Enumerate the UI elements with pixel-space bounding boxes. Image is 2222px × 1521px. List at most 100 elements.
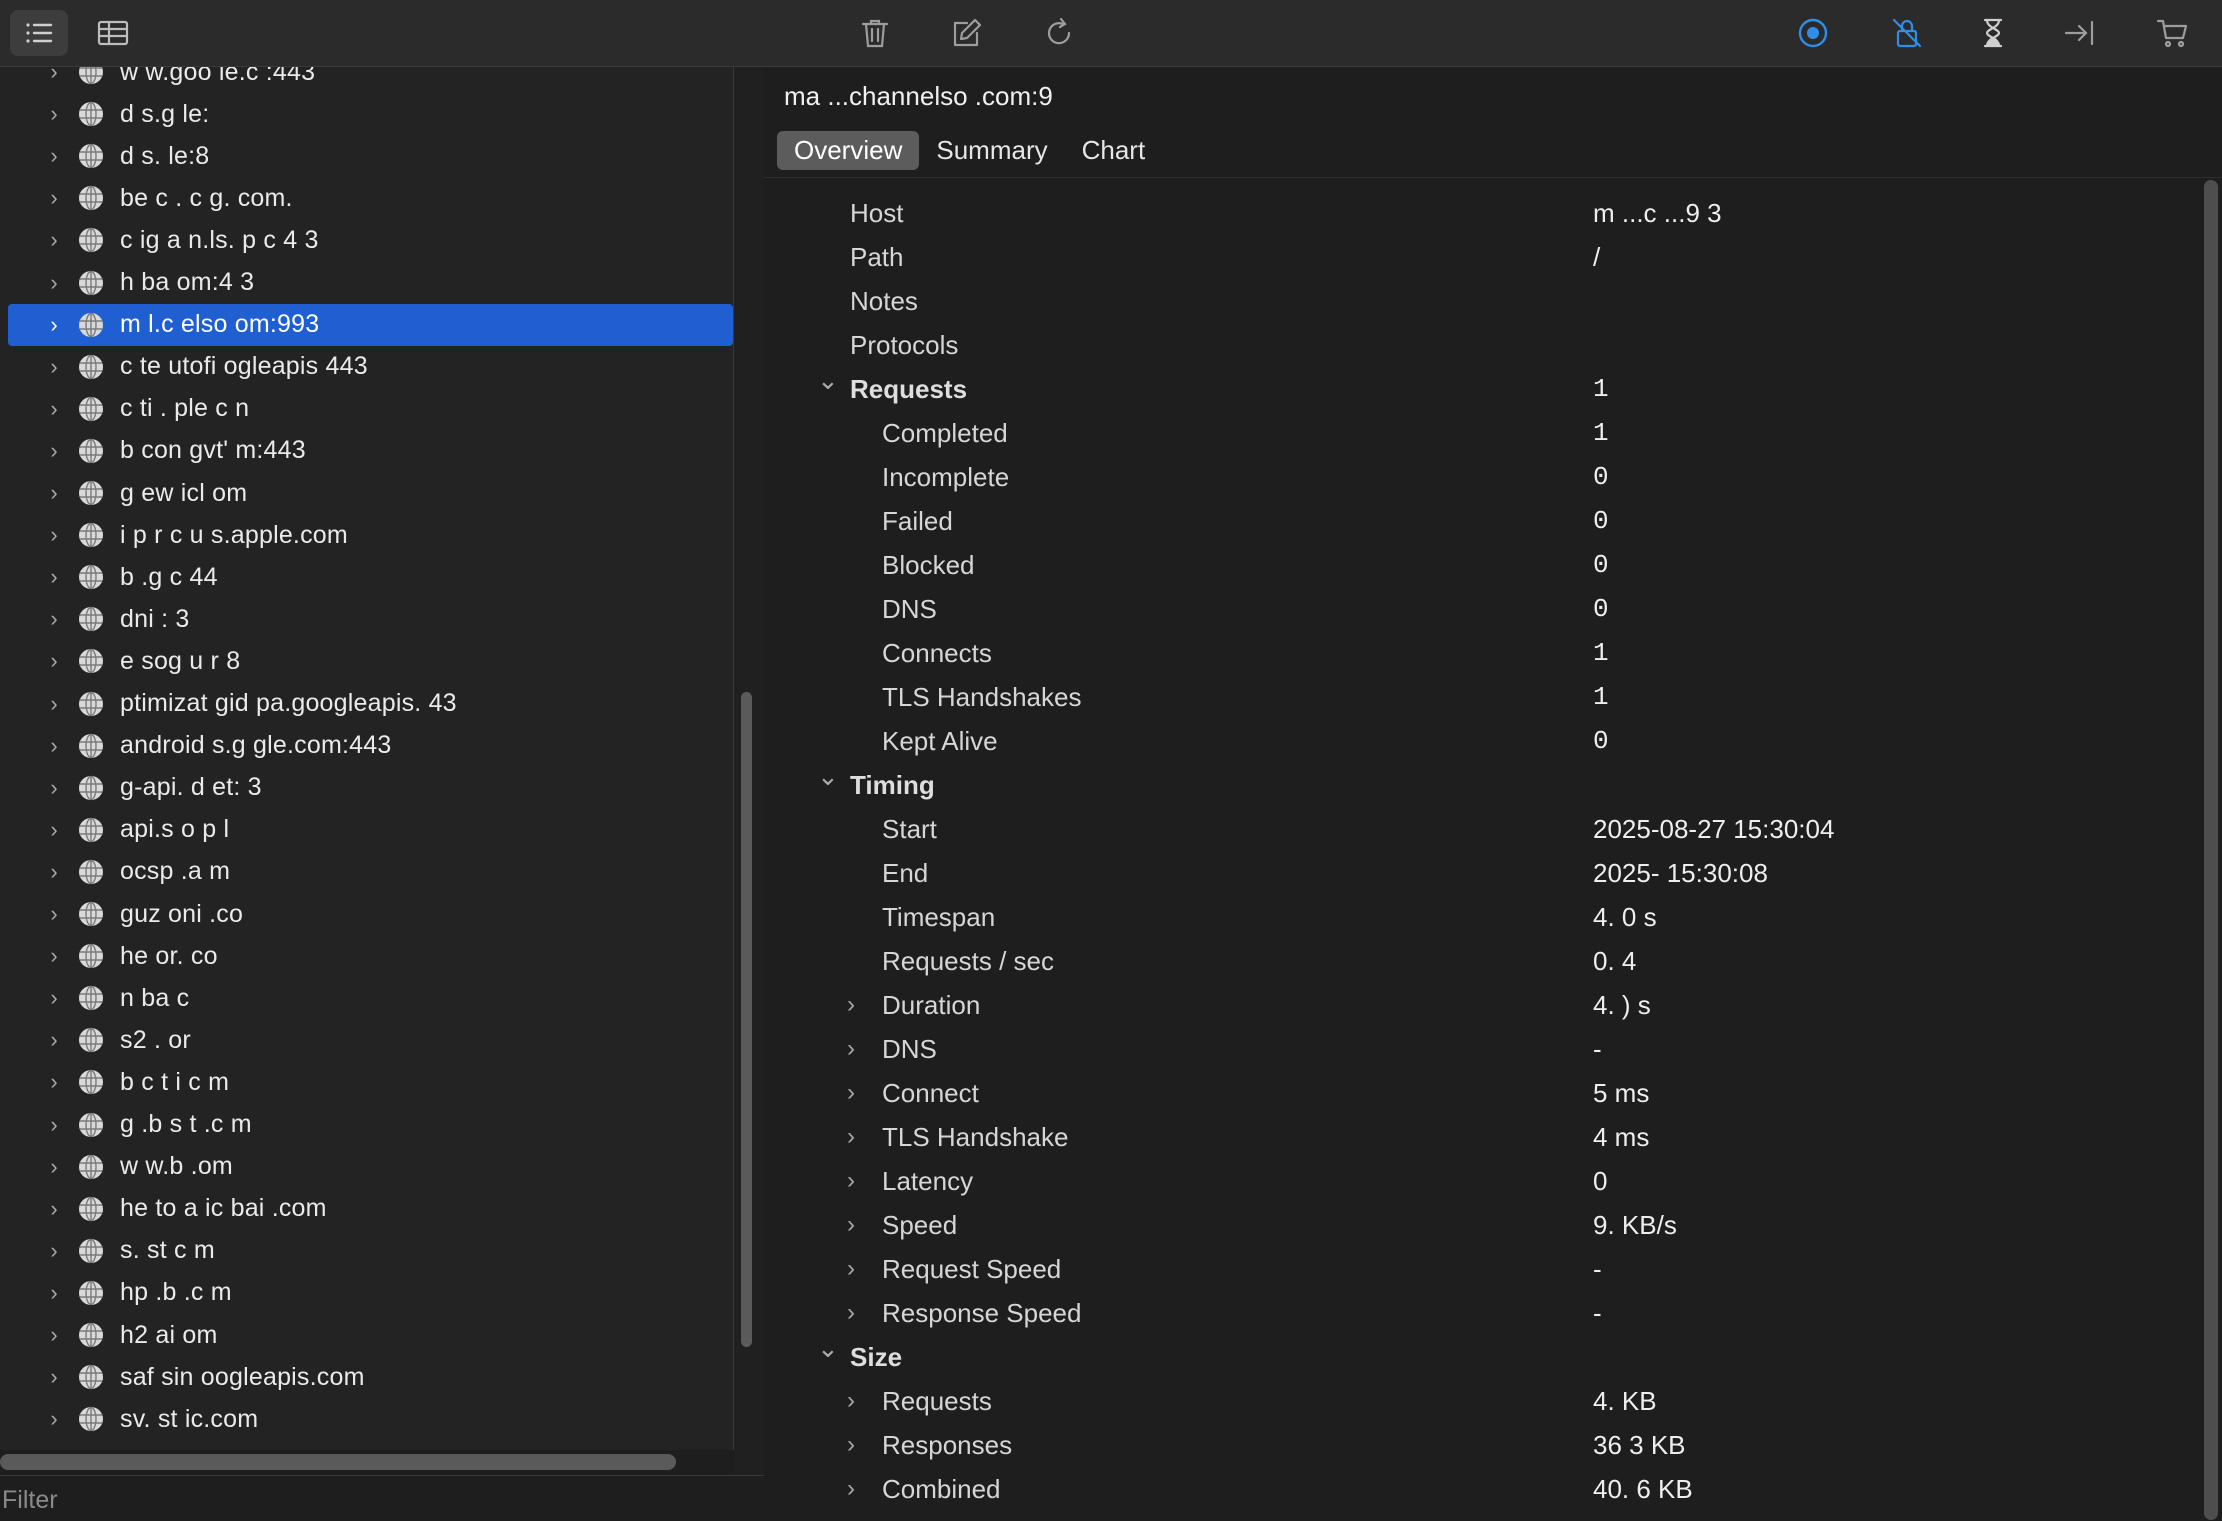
chevron-right-icon[interactable]: › (847, 1299, 855, 1327)
overview-row[interactable]: › Speed 9. KB/s (764, 1203, 2184, 1247)
filter-input[interactable] (0, 1482, 704, 1518)
host-row[interactable]: › g ew icl om (0, 472, 733, 514)
chevron-right-icon[interactable]: › (44, 1406, 64, 1432)
record-button[interactable] (1784, 10, 1842, 56)
host-row[interactable]: › ocsp .a m (0, 851, 733, 893)
chevron-right-icon[interactable]: › (847, 1211, 855, 1239)
chevron-right-icon[interactable]: › (847, 1035, 855, 1063)
chevron-right-icon[interactable]: › (44, 648, 64, 674)
chevron-right-icon[interactable]: › (847, 1167, 855, 1195)
host-row[interactable]: › d s.g le: (0, 93, 733, 135)
throttle-button[interactable] (1964, 10, 2022, 56)
host-row[interactable]: › g .b s t .c m (0, 1104, 733, 1146)
chevron-right-icon[interactable]: › (44, 1069, 64, 1095)
list-view-button[interactable] (10, 10, 68, 56)
host-row[interactable]: › guz oni .co (0, 893, 733, 935)
host-row[interactable]: › ptimizat gid pa.googleapis. 43 (0, 683, 733, 725)
chevron-right-icon[interactable]: › (44, 480, 64, 506)
overview-row[interactable]: › Duration 4. ) s (764, 983, 2184, 1027)
chevron-right-icon[interactable]: › (44, 1196, 64, 1222)
chevron-down-icon[interactable]: ⌄ (817, 761, 839, 792)
chevron-right-icon[interactable]: › (44, 1364, 64, 1390)
host-row[interactable]: › h2 ai om (0, 1314, 733, 1356)
host-row[interactable]: › be c . c g. com. (0, 177, 733, 219)
chevron-right-icon[interactable]: › (44, 438, 64, 464)
chevron-right-icon[interactable]: › (44, 817, 64, 843)
tab-summary[interactable]: Summary (919, 131, 1064, 170)
chevron-right-icon[interactable]: › (44, 1238, 64, 1264)
overview-row[interactable]: ⌄ Timing (764, 761, 2184, 807)
host-row[interactable]: › d s. le:8 (0, 135, 733, 177)
chevron-right-icon[interactable]: › (847, 1475, 855, 1503)
chevron-right-icon[interactable]: › (44, 354, 64, 380)
chevron-right-icon[interactable]: › (44, 227, 64, 253)
host-row[interactable]: › saf sin oogleapis.com (0, 1356, 733, 1398)
overview-row[interactable]: › DNS - (764, 1027, 2184, 1071)
chevron-right-icon[interactable]: › (44, 733, 64, 759)
chevron-right-icon[interactable]: › (44, 185, 64, 211)
tab-chart[interactable]: Chart (1065, 131, 1163, 170)
chevron-right-icon[interactable]: › (44, 859, 64, 885)
host-row[interactable]: › i p r c u s.apple.com (0, 514, 733, 556)
chevron-right-icon[interactable]: › (44, 522, 64, 548)
host-tree[interactable]: › w w.goo le.c :443 › d s.g le: › d s. le:8 › b… (0, 67, 733, 1450)
chevron-right-icon[interactable]: › (847, 1255, 855, 1283)
overview-row[interactable]: › Requests 4. KB (764, 1379, 2184, 1423)
chevron-down-icon[interactable]: ⌄ (817, 365, 839, 396)
chevron-right-icon[interactable]: › (44, 775, 64, 801)
chevron-right-icon[interactable]: › (44, 564, 64, 590)
host-row[interactable]: › android s.g gle.com:443 (0, 725, 733, 767)
chevron-right-icon[interactable]: › (44, 101, 64, 127)
overview-row[interactable]: › Latency 0 (764, 1159, 2184, 1203)
host-row[interactable]: › w w.goo le.c :443 (0, 67, 733, 93)
overview-row[interactable]: › Response Speed - (764, 1291, 2184, 1335)
host-row[interactable]: › he or. co (0, 935, 733, 977)
host-row[interactable]: › hp .b .c m (0, 1272, 733, 1314)
chevron-right-icon[interactable]: › (44, 606, 64, 632)
overview-row[interactable]: › Connect 5 ms (764, 1071, 2184, 1115)
repeat-button[interactable] (1030, 10, 1088, 56)
table-view-button[interactable] (84, 10, 142, 56)
chevron-right-icon[interactable]: › (44, 1280, 64, 1306)
chevron-right-icon[interactable]: › (44, 270, 64, 296)
chevron-right-icon[interactable]: › (44, 312, 64, 338)
host-row[interactable]: › w w.b .om (0, 1146, 733, 1188)
cart-button[interactable] (2144, 10, 2202, 56)
step-button[interactable] (2050, 10, 2108, 56)
overview-row[interactable]: ⌄ Size (764, 1333, 2184, 1379)
host-row[interactable]: › h ba om:4 3 (0, 262, 733, 304)
detail-vertical-scrollbar[interactable] (2204, 180, 2218, 1520)
host-row[interactable]: › api.s o p l (0, 809, 733, 851)
chevron-right-icon[interactable]: › (44, 143, 64, 169)
chevron-right-icon[interactable]: › (847, 991, 855, 1019)
host-row[interactable]: › n ba c (0, 977, 733, 1019)
overview-row[interactable]: ⌄ Requests 1 (764, 365, 2184, 411)
host-row[interactable]: › e sog u r 8 (0, 640, 733, 682)
chevron-right-icon[interactable]: › (44, 67, 64, 85)
host-row[interactable]: › c te utofi ogleapis 443 (0, 346, 733, 388)
tab-overview[interactable]: Overview (777, 130, 920, 170)
chevron-right-icon[interactable]: › (847, 1431, 855, 1459)
clear-button[interactable] (846, 10, 904, 56)
chevron-right-icon[interactable]: › (44, 396, 64, 422)
host-row[interactable]: › b c t i c m (0, 1061, 733, 1103)
chevron-right-icon[interactable]: › (44, 691, 64, 717)
chevron-right-icon[interactable]: › (44, 985, 64, 1011)
host-row[interactable]: › sv. st ic.com (0, 1398, 733, 1440)
overview-row[interactable]: › TLS Handshake 4 ms (764, 1115, 2184, 1159)
overview-row[interactable]: › Combined 40. 6 KB (764, 1467, 2184, 1511)
edit-button[interactable] (938, 10, 996, 56)
ssl-proxy-button[interactable] (1878, 10, 1936, 56)
host-row[interactable]: › he to a ic bai .com (0, 1188, 733, 1230)
host-row[interactable]: › s. st c m (0, 1230, 733, 1272)
host-row[interactable]: › c ti . ple c n (0, 388, 733, 430)
host-row[interactable]: › b con gvt' m:443 (0, 430, 733, 472)
host-tree-vertical-scrollbar[interactable] (741, 692, 752, 1347)
chevron-right-icon[interactable]: › (44, 943, 64, 969)
chevron-right-icon[interactable]: › (44, 1112, 64, 1138)
host-row[interactable]: › dni : 3 (0, 598, 733, 640)
overview-row[interactable]: › Request Speed - (764, 1247, 2184, 1291)
chevron-right-icon[interactable]: › (847, 1079, 855, 1107)
chevron-right-icon[interactable]: › (44, 901, 64, 927)
chevron-down-icon[interactable]: ⌄ (817, 1333, 839, 1364)
